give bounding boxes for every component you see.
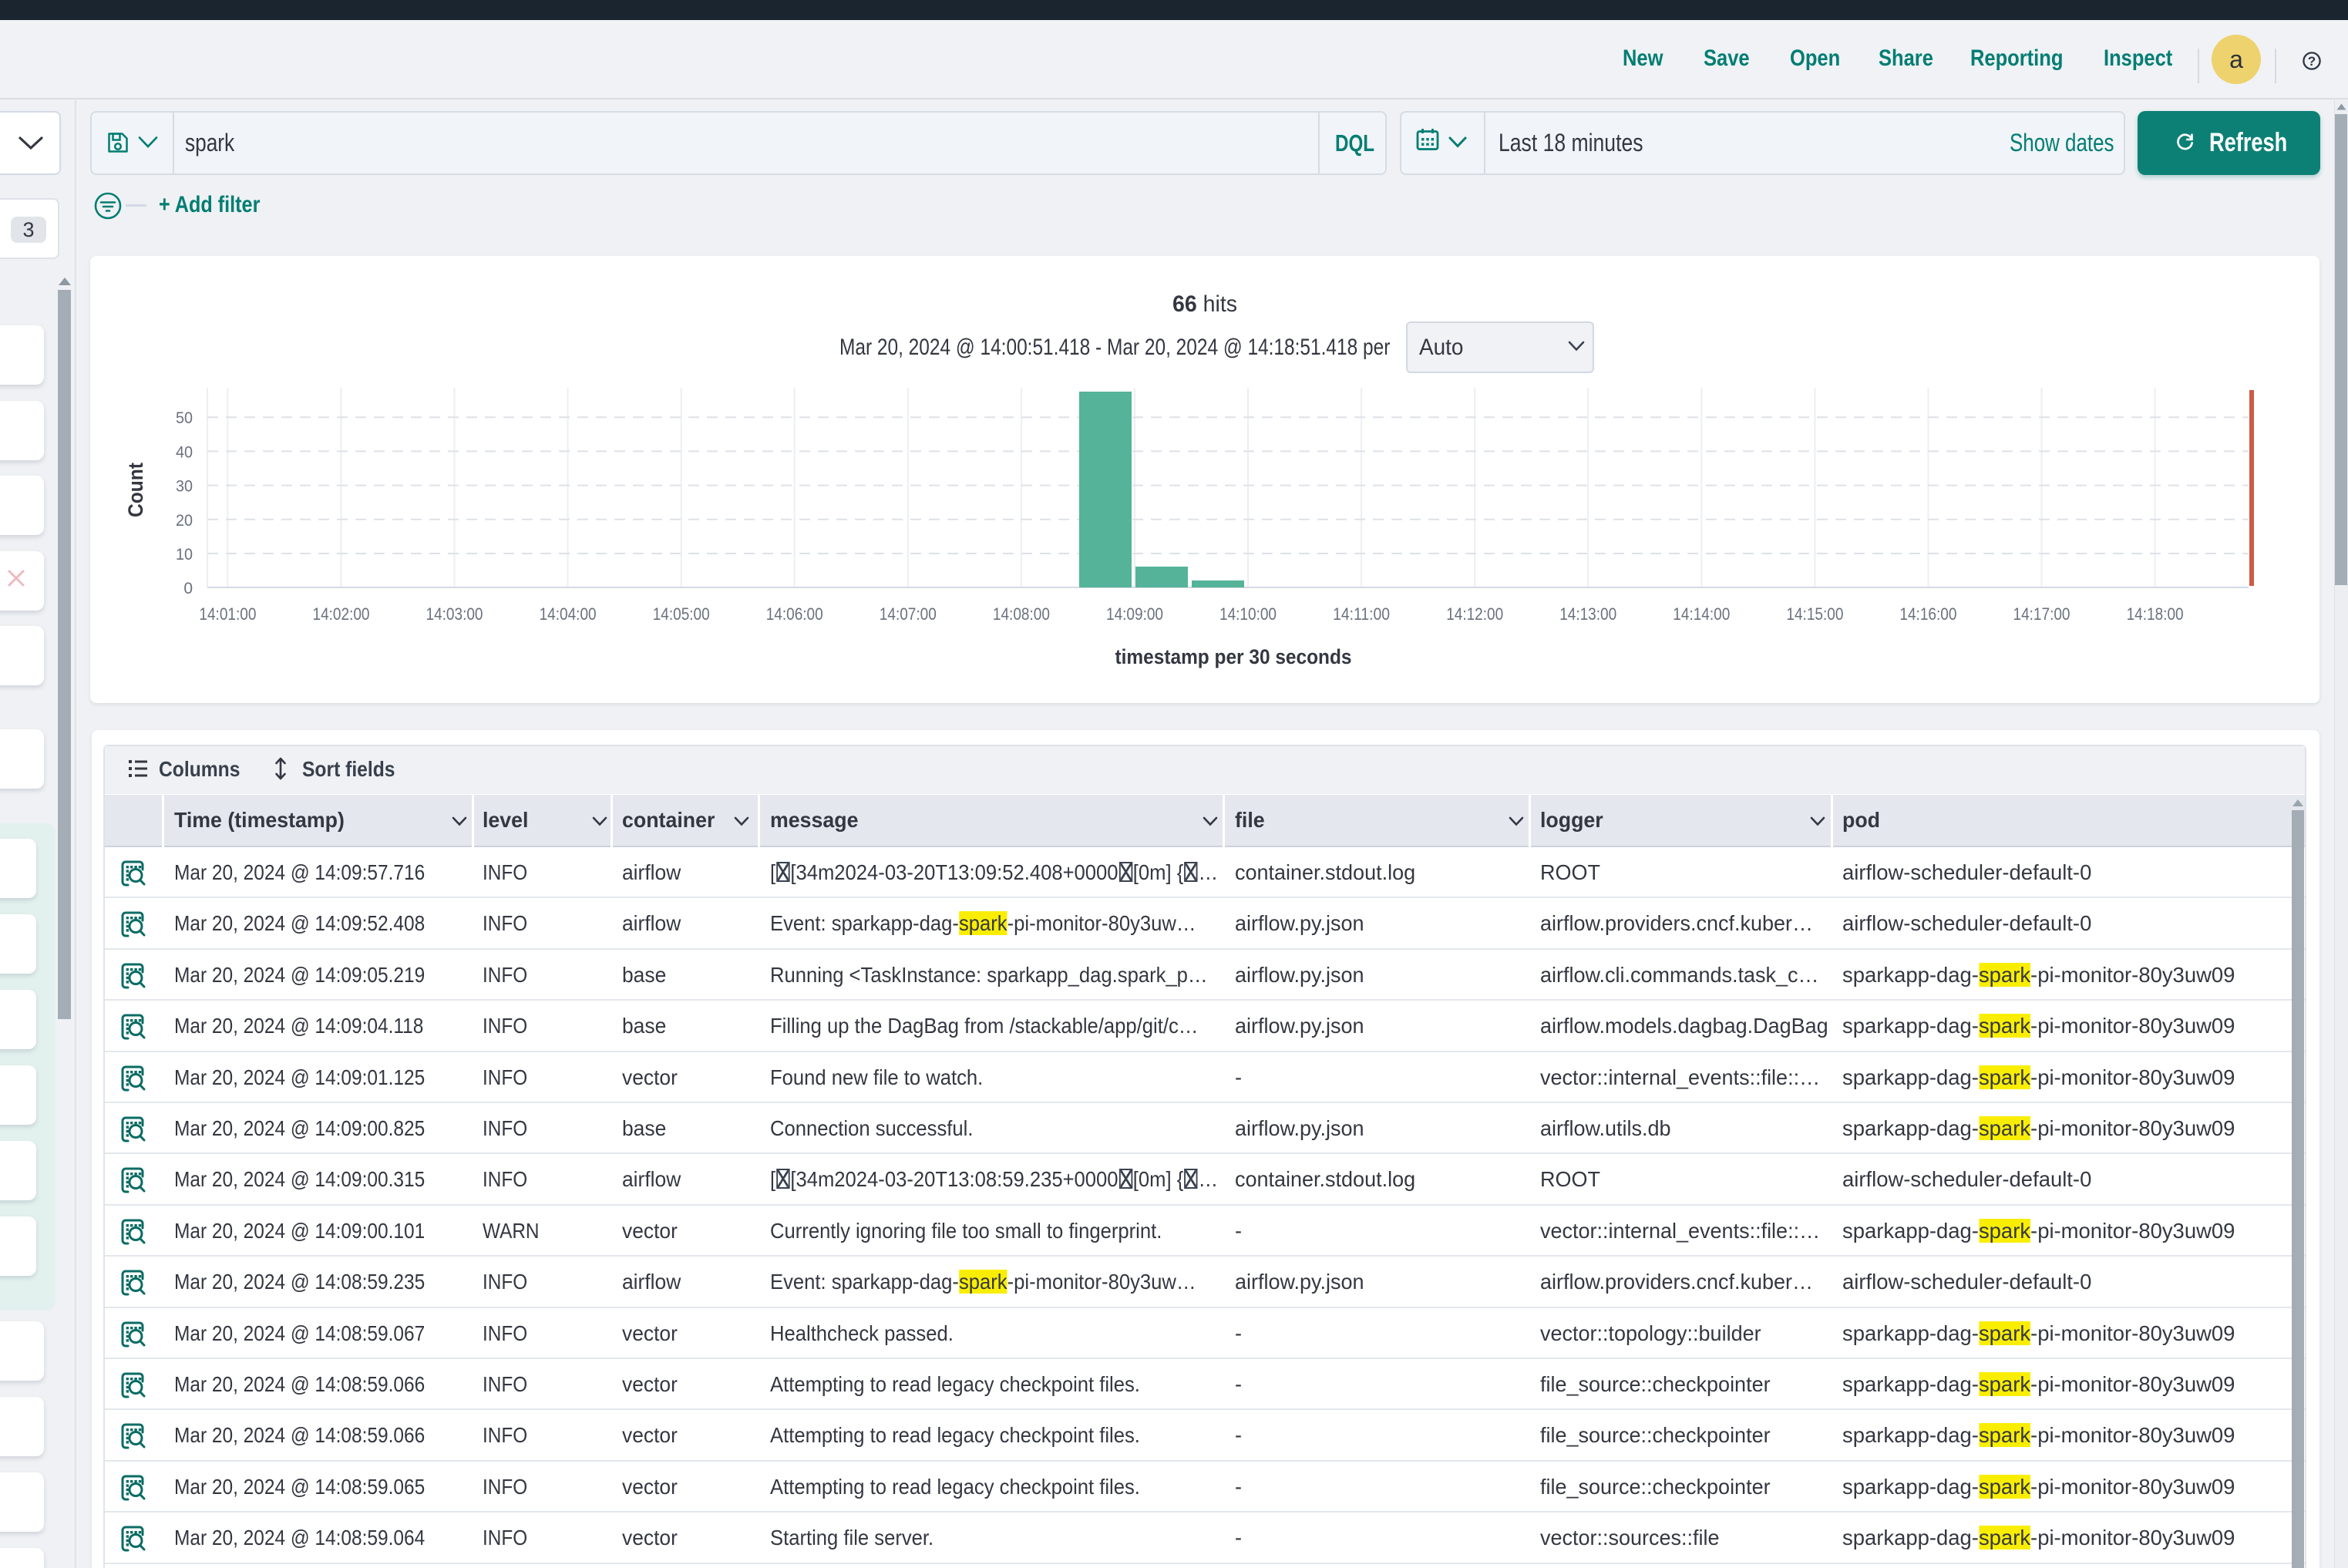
svg-text:14:18:00: 14:18:00 bbox=[2127, 604, 2184, 624]
svg-text:40: 40 bbox=[176, 443, 193, 461]
svg-text:30: 30 bbox=[176, 478, 193, 496]
svg-text:14:12:00: 14:12:00 bbox=[1446, 604, 1503, 624]
svg-text:14:16:00: 14:16:00 bbox=[1899, 604, 1956, 624]
svg-text:14:02:00: 14:02:00 bbox=[313, 604, 370, 624]
svg-text:14:09:00: 14:09:00 bbox=[1106, 604, 1163, 624]
svg-text:10: 10 bbox=[176, 546, 193, 564]
svg-text:0: 0 bbox=[183, 580, 193, 597]
svg-text:14:04:00: 14:04:00 bbox=[540, 604, 597, 624]
svg-text:14:05:00: 14:05:00 bbox=[653, 604, 710, 624]
svg-text:20: 20 bbox=[176, 512, 193, 530]
svg-text:50: 50 bbox=[176, 409, 193, 427]
svg-text:14:10:00: 14:10:00 bbox=[1219, 604, 1277, 624]
svg-text:14:08:00: 14:08:00 bbox=[993, 604, 1050, 624]
svg-text:14:11:00: 14:11:00 bbox=[1333, 604, 1390, 624]
svg-text:14:03:00: 14:03:00 bbox=[426, 604, 483, 624]
svg-text:14:06:00: 14:06:00 bbox=[766, 604, 823, 624]
svg-text:14:17:00: 14:17:00 bbox=[2013, 604, 2070, 624]
svg-text:14:07:00: 14:07:00 bbox=[880, 604, 937, 624]
svg-text:14:14:00: 14:14:00 bbox=[1673, 604, 1730, 624]
svg-text:14:01:00: 14:01:00 bbox=[199, 604, 256, 624]
svg-text:Count: Count bbox=[124, 463, 147, 517]
svg-text:timestamp per 30 seconds: timestamp per 30 seconds bbox=[1115, 645, 1352, 668]
svg-text:14:15:00: 14:15:00 bbox=[1786, 604, 1843, 624]
svg-text:14:13:00: 14:13:00 bbox=[1559, 604, 1616, 624]
